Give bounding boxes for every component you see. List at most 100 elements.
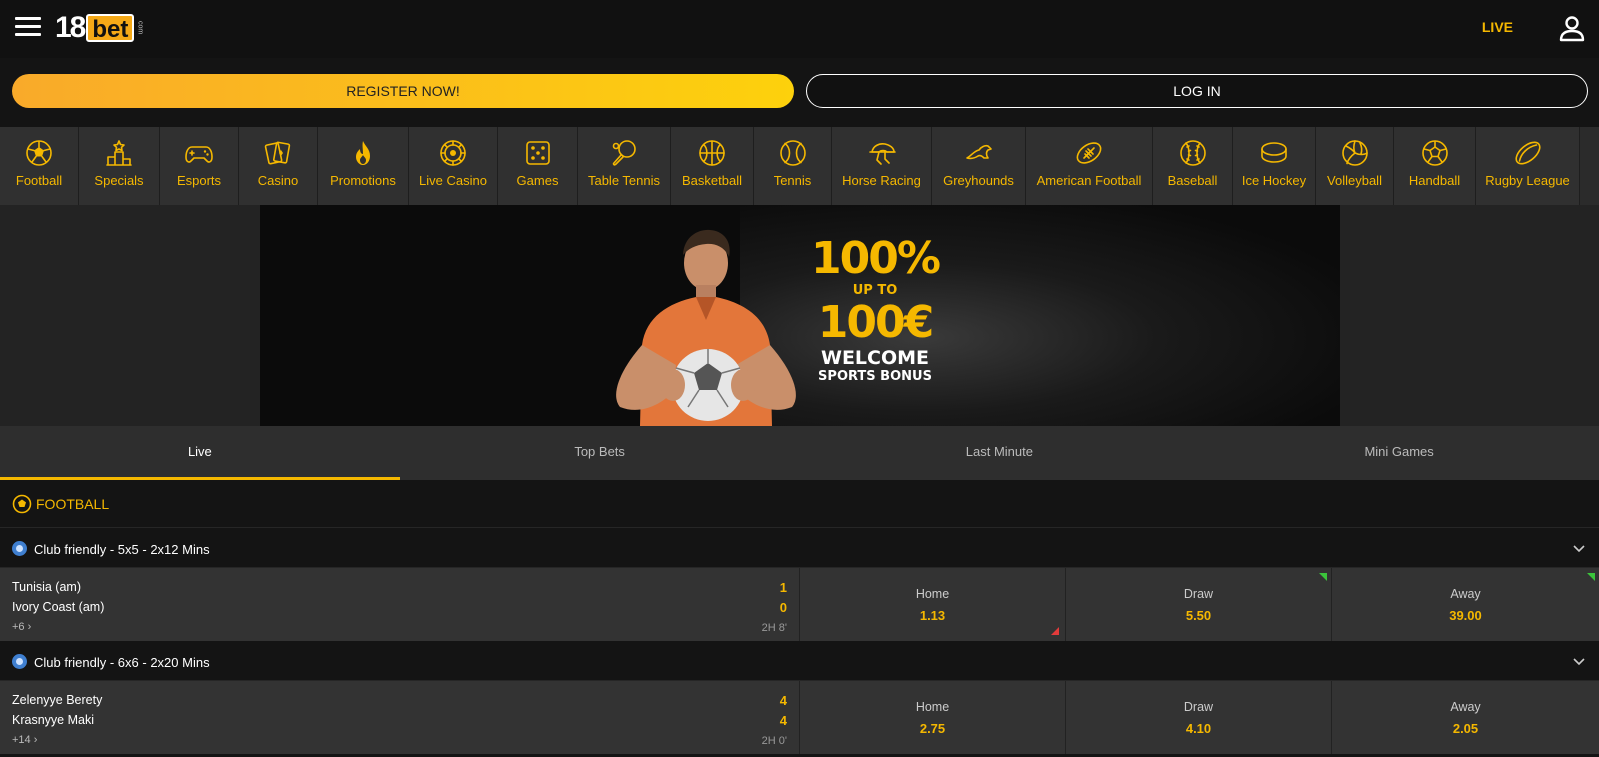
user-account-icon[interactable] bbox=[1558, 14, 1586, 42]
league-header[interactable]: Club friendly - 6x6 - 2x20 Mins bbox=[0, 642, 1599, 681]
odds-draw-button[interactable]: Draw 4.10 bbox=[1066, 681, 1332, 754]
sport-nav-label: Table Tennis bbox=[587, 173, 661, 188]
tab-top-bets[interactable]: Top Bets bbox=[400, 426, 800, 480]
odds-draw-button[interactable]: Draw 5.50 bbox=[1066, 568, 1332, 641]
odds-label: Home bbox=[915, 587, 950, 601]
bonus-welcome: WELCOME bbox=[820, 347, 930, 369]
sport-nav-item-table-tennis[interactable]: Table Tennis bbox=[578, 127, 671, 205]
sport-nav-item-volleyball[interactable]: Volleyball bbox=[1316, 127, 1394, 205]
sport-nav-item-live-casino[interactable]: Live Casino bbox=[409, 127, 498, 205]
chevron-down-icon[interactable] bbox=[1573, 655, 1585, 667]
sport-nav-item-rugby-league[interactable]: Rugby League bbox=[1476, 127, 1580, 205]
register-button[interactable]: REGISTER NOW! bbox=[12, 74, 794, 108]
sport-nav-label: Ice Hockey bbox=[1241, 173, 1307, 188]
odds-away-button[interactable]: Away 39.00 bbox=[1332, 568, 1599, 641]
sport-nav-label: Volleyball bbox=[1327, 173, 1382, 188]
sport-nav-item-baseball[interactable]: Baseball bbox=[1153, 127, 1233, 205]
match-time: 2H 0' bbox=[761, 735, 787, 747]
banner-area: 100% UP TO 100€ WELCOME SPORTS BONUS bbox=[0, 205, 1599, 426]
greyhound-icon bbox=[965, 144, 992, 160]
sport-nav-label: Casino bbox=[257, 173, 299, 188]
sport-nav-item-specials[interactable]: Specials bbox=[79, 127, 160, 205]
odds-label: Draw bbox=[1183, 587, 1214, 601]
odds-value: 1.13 bbox=[919, 608, 946, 623]
tab-last-minute[interactable]: Last Minute bbox=[800, 426, 1200, 480]
sport-nav-item-promotions[interactable]: Promotions bbox=[318, 127, 409, 205]
sport-nav-item-greyhounds[interactable]: Greyhounds bbox=[932, 127, 1026, 205]
live-link[interactable]: LIVE bbox=[1482, 19, 1513, 35]
dice-icon bbox=[525, 141, 550, 165]
away-team: Krasnyye Maki bbox=[12, 713, 94, 727]
more-markets-count: +14 bbox=[12, 734, 31, 746]
sport-nav-item-american-football[interactable]: American Football bbox=[1026, 127, 1153, 205]
away-team: Ivory Coast (am) bbox=[12, 600, 105, 614]
roulette-icon bbox=[440, 140, 466, 166]
baseball-icon bbox=[1179, 140, 1206, 166]
odds-value: 39.00 bbox=[1449, 608, 1482, 623]
sport-nav-label: Specials bbox=[94, 173, 144, 188]
home-team: Zelenyye Berety bbox=[12, 693, 103, 707]
odds-label: Away bbox=[1450, 587, 1481, 601]
league-header[interactable]: Club friendly - 5x5 - 2x12 Mins bbox=[0, 529, 1599, 568]
football-icon bbox=[12, 494, 32, 514]
more-markets[interactable]: +14 › bbox=[12, 734, 37, 746]
sport-nav-label: Baseball bbox=[1167, 173, 1218, 188]
odds-label: Away bbox=[1450, 700, 1481, 714]
odds-label: Draw bbox=[1183, 700, 1214, 714]
match-info[interactable]: Zelenyye Berety Krasnyye Maki +14 › 4 4 … bbox=[0, 681, 800, 754]
bonus-percent: 100% bbox=[811, 233, 941, 284]
sport-nav-item-tennis[interactable]: Tennis bbox=[754, 127, 832, 205]
match-info[interactable]: Tunisia (am) Ivory Coast (am) +6 › 1 0 2… bbox=[0, 568, 800, 641]
football-player-image bbox=[616, 229, 796, 426]
sport-nav-item-basketball[interactable]: Basketball bbox=[671, 127, 754, 205]
table-tennis-icon bbox=[612, 140, 636, 166]
odds-home-button[interactable]: Home 1.13 bbox=[800, 568, 1066, 641]
odds-away-button[interactable]: Away 2.05 bbox=[1332, 681, 1599, 754]
chevron-down-icon[interactable] bbox=[1573, 542, 1585, 554]
sport-nav-item-ice-hockey[interactable]: Ice Hockey bbox=[1233, 127, 1316, 205]
sport-nav-item-esports[interactable]: Esports bbox=[160, 127, 239, 205]
home-score: 4 bbox=[779, 693, 787, 708]
welcome-bonus-banner[interactable]: 100% UP TO 100€ WELCOME SPORTS BONUS bbox=[260, 205, 1340, 426]
american-football-icon bbox=[1076, 142, 1102, 164]
league-name: Club friendly - 5x5 - 2x12 Mins bbox=[34, 542, 210, 557]
podium-icon bbox=[106, 140, 132, 166]
menu-icon[interactable] bbox=[15, 17, 41, 39]
bonus-amount: 100€ bbox=[817, 297, 934, 348]
section-title: FOOTBALL bbox=[36, 496, 110, 512]
rugby-ball-icon bbox=[1514, 141, 1541, 165]
sport-nav-label: Live Casino bbox=[419, 173, 487, 188]
league-badge-icon bbox=[12, 541, 27, 556]
odds-up-indicator-icon bbox=[1587, 573, 1595, 581]
site-logo[interactable]: 18 bet com bbox=[55, 11, 144, 44]
more-markets-count: +6 bbox=[12, 621, 25, 633]
flame-icon bbox=[356, 141, 370, 165]
login-button[interactable]: LOG IN bbox=[806, 74, 1588, 108]
logo-suffix: com bbox=[136, 21, 144, 35]
match-time: 2H 8' bbox=[761, 622, 787, 634]
sport-nav-item-casino[interactable]: Casino bbox=[239, 127, 318, 205]
odds-up-indicator-icon bbox=[1319, 573, 1327, 581]
sport-nav-label: Esports bbox=[176, 173, 222, 188]
tennis-ball-icon bbox=[779, 140, 806, 166]
logo-number: 18 bbox=[55, 11, 86, 44]
more-markets[interactable]: +6 › bbox=[12, 621, 31, 633]
sport-nav-item-handball[interactable]: Handball bbox=[1394, 127, 1476, 205]
odds-value: 4.10 bbox=[1185, 721, 1212, 736]
bonus-sports-label: SPORTS BONUS bbox=[818, 369, 932, 384]
home-team: Tunisia (am) bbox=[12, 580, 81, 594]
sport-nav-label: Rugby League bbox=[1485, 173, 1570, 188]
sport-nav-item-games[interactable]: Games bbox=[498, 127, 578, 205]
odds-home-button[interactable]: Home 2.75 bbox=[800, 681, 1066, 754]
sport-nav-item-football[interactable]: Football bbox=[0, 127, 79, 205]
sports-navigation: Football Specials Esports Casino Promotions L… bbox=[0, 127, 1599, 205]
sport-nav-label: Greyhounds bbox=[943, 173, 1014, 188]
odds-value: 2.05 bbox=[1452, 721, 1479, 736]
sport-nav-label: Handball bbox=[1408, 173, 1461, 188]
away-score: 4 bbox=[779, 713, 787, 728]
bonus-promo-text: 100% UP TO 100€ WELCOME SPORTS BONUS bbox=[805, 233, 945, 385]
tab-mini-games[interactable]: Mini Games bbox=[1199, 426, 1599, 480]
tab-live[interactable]: Live bbox=[0, 426, 400, 480]
sport-nav-item-horse-racing[interactable]: Horse Racing bbox=[832, 127, 932, 205]
puck-icon bbox=[1261, 142, 1287, 163]
